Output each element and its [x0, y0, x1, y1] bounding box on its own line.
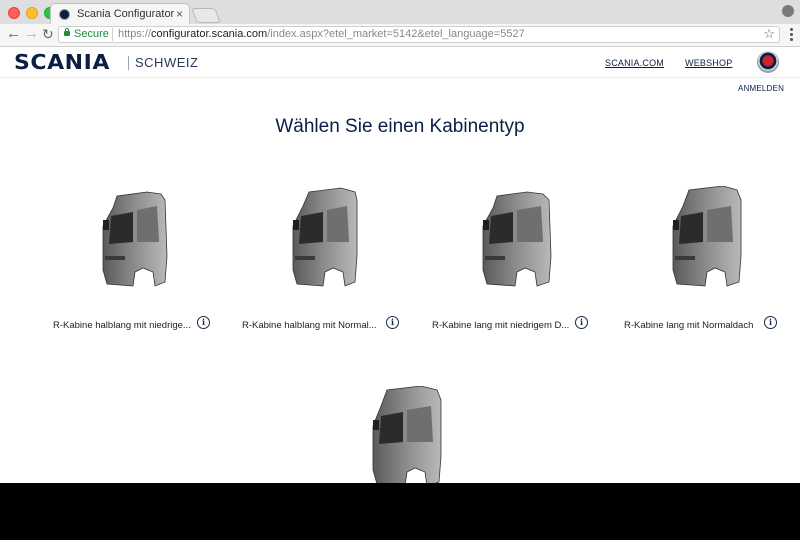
cab-card-3[interactable]: R-Kabine lang mit niedrigem D... i — [420, 186, 610, 336]
new-tab-button[interactable] — [191, 8, 221, 23]
cab-label-2: R-Kabine halblang mit Normal... — [242, 320, 377, 331]
reload-icon[interactable]: ↻ — [42, 26, 54, 42]
browser-toolbar: ← → ↻ Secure https://configurator.scania… — [0, 24, 800, 47]
scania-com-link[interactable]: SCANIA.COM — [605, 58, 664, 68]
cab-label-3: R-Kabine lang mit niedrigem D... — [432, 320, 570, 331]
market-label: SCHWEIZ — [135, 55, 199, 70]
cab-card-2[interactable]: R-Kabine halblang mit Normal... i — [230, 186, 420, 336]
cab-image-1 — [102, 191, 168, 287]
cab-label-4: R-Kabine lang mit Normaldach — [624, 320, 754, 331]
address-bar[interactable]: Secure https://configurator.scania.com/i… — [58, 26, 780, 43]
scania-griffin-icon[interactable] — [757, 51, 779, 73]
bookmark-star-icon[interactable]: ☆ — [763, 26, 775, 42]
info-icon[interactable]: i — [386, 316, 399, 329]
cab-card-4[interactable]: R-Kabine lang mit Normaldach i — [610, 186, 800, 336]
page-title: Wählen Sie einen Kabinentyp — [275, 116, 525, 137]
close-window-button[interactable] — [8, 7, 20, 19]
logo-divider — [128, 56, 129, 70]
browser-menu-icon[interactable] — [790, 28, 793, 41]
site-header: SCANIA SCHWEIZ SCANIA.COM WEBSHOP — [0, 47, 800, 78]
profile-icon[interactable] — [782, 5, 794, 17]
lock-icon — [64, 28, 70, 36]
minimize-window-button[interactable] — [26, 7, 38, 19]
tab-close-icon[interactable]: × — [176, 7, 183, 21]
info-icon[interactable]: i — [575, 316, 588, 329]
back-arrow-icon[interactable]: ← — [6, 26, 21, 42]
cab-image-2 — [292, 187, 358, 287]
login-link[interactable]: ANMELDEN — [738, 84, 784, 93]
secure-label: Secure — [74, 28, 109, 40]
browser-tab[interactable]: Scania Configurator × — [50, 3, 190, 24]
cab-label-1: R-Kabine halblang mit niedrige... — [53, 320, 191, 331]
scania-logo[interactable]: SCANIA — [14, 50, 110, 74]
scania-favicon-icon — [59, 9, 70, 20]
webshop-link[interactable]: WEBSHOP — [685, 58, 732, 68]
url-divider — [112, 28, 113, 41]
url-host: configurator.scania.com — [151, 28, 268, 40]
cab-image-3 — [482, 191, 552, 287]
info-icon[interactable]: i — [764, 316, 777, 329]
cab-image-4 — [672, 186, 742, 287]
info-icon[interactable]: i — [197, 316, 210, 329]
url-scheme: https:// — [118, 28, 152, 40]
cab-image-5 — [372, 386, 442, 483]
browser-window: Scania Configurator × ← → ↻ Secure https… — [0, 0, 800, 483]
url-path: /index.aspx?etel_market=5142&etel_langua… — [267, 28, 525, 40]
cab-card-1[interactable]: R-Kabine halblang mit niedrige... i — [40, 186, 230, 336]
tab-strip: Scania Configurator × — [0, 0, 800, 24]
tab-title: Scania Configurator — [77, 8, 175, 20]
forward-arrow-icon[interactable]: → — [24, 26, 39, 42]
cab-card-5[interactable] — [310, 386, 500, 483]
url-text[interactable]: https://configurator.scania.com/index.as… — [118, 28, 525, 40]
